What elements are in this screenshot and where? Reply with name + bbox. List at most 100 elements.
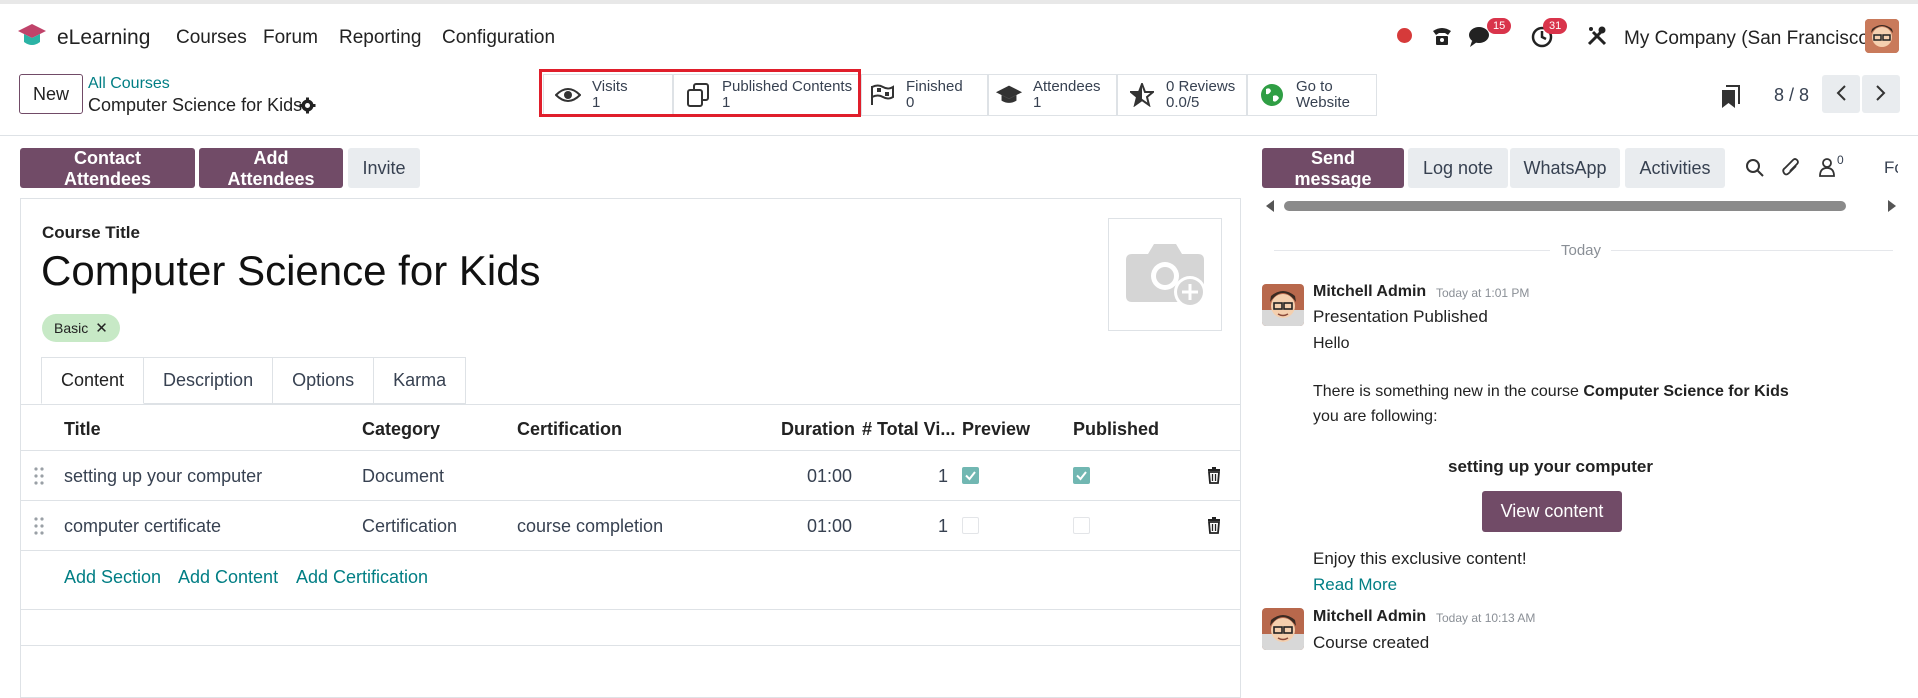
message-body-text: There is something new in the course	[1313, 383, 1584, 400]
cell-duration: 01:00	[807, 466, 853, 486]
horizontal-scrollbar[interactable]	[1266, 198, 1896, 214]
pager-value[interactable]: 8 / 8	[1774, 85, 1809, 106]
menu-reporting[interactable]: Reporting	[339, 27, 421, 49]
column-preview[interactable]: Preview	[962, 419, 1030, 440]
avatar[interactable]	[1262, 284, 1304, 326]
trash-icon[interactable]	[1207, 467, 1221, 484]
stat-website-value: Website	[1296, 94, 1350, 111]
message-content-title: setting up your computer	[1448, 457, 1653, 476]
tools-icon[interactable]	[1586, 25, 1608, 47]
message-body-line1: There is something new in the course Com…	[1313, 383, 1789, 401]
trash-icon[interactable]	[1207, 517, 1221, 534]
stat-attendees-button[interactable]: Attendees 1	[988, 74, 1117, 116]
send-message-button[interactable]: Send message	[1262, 148, 1404, 189]
message-body-line2: you are following:	[1313, 408, 1438, 425]
published-checkbox[interactable]	[1073, 467, 1090, 484]
followers-icon[interactable]	[1818, 157, 1836, 177]
follow-button[interactable]: Fc	[1884, 158, 1898, 178]
add-certification-link[interactable]: Add Certification	[296, 567, 428, 588]
table-row[interactable]: computer certificate Certification cours…	[21, 500, 1240, 550]
table-row[interactable]: setting up your computer Document 01:00 …	[21, 450, 1240, 500]
column-title[interactable]: Title	[64, 419, 101, 440]
form-tabs: Content Description Options Karma	[41, 357, 467, 404]
gear-icon[interactable]	[299, 97, 316, 114]
new-button[interactable]: New	[19, 74, 83, 114]
course-title-field[interactable]: Computer Science for Kids	[41, 247, 541, 295]
breadcrumb-all-courses[interactable]: All Courses	[88, 75, 170, 93]
message-author[interactable]: Mitchell Admin	[1313, 283, 1426, 301]
drag-handle-icon[interactable]	[34, 517, 44, 535]
breadcrumb-current: Computer Science for Kids	[88, 95, 303, 115]
scrollbar-thumb[interactable]	[1284, 201, 1846, 211]
paperclip-icon[interactable]	[1781, 157, 1801, 179]
top-navbar: eLearning Courses Forum Reporting Config…	[0, 0, 1918, 66]
whatsapp-button[interactable]: WhatsApp	[1510, 148, 1620, 188]
activities-button[interactable]: Activities	[1625, 148, 1725, 188]
avatar[interactable]	[1262, 608, 1304, 650]
invite-button[interactable]: Invite	[348, 148, 420, 188]
chevron-left-icon	[1835, 84, 1847, 105]
pager-previous-button[interactable]	[1822, 75, 1860, 113]
status-dot-icon[interactable]	[1397, 28, 1412, 43]
scroll-left-icon[interactable]	[1266, 200, 1274, 212]
activities-count-badge: 31	[1543, 18, 1568, 34]
message-course-name: Computer Science for Kids	[1583, 383, 1789, 400]
table-divider	[21, 550, 1240, 551]
pager-next-button[interactable]	[1862, 75, 1900, 113]
course-image-placeholder[interactable]	[1108, 218, 1222, 331]
column-published[interactable]: Published	[1073, 419, 1159, 440]
menu-configuration[interactable]: Configuration	[442, 27, 555, 49]
annotation-highlight-box	[539, 69, 861, 117]
bookmark-icon[interactable]	[1720, 85, 1740, 109]
globe-icon	[1258, 81, 1286, 109]
message-author[interactable]: Mitchell Admin	[1313, 608, 1426, 626]
message-greeting: Hello	[1313, 335, 1350, 352]
tab-description[interactable]: Description	[144, 357, 274, 404]
tab-karma[interactable]: Karma	[374, 357, 467, 404]
column-certification[interactable]: Certification	[517, 419, 622, 440]
stat-reviews-label: 0 Reviews	[1166, 78, 1236, 95]
add-section-link[interactable]: Add Section	[64, 567, 161, 588]
user-avatar[interactable]	[1865, 19, 1899, 53]
search-icon[interactable]	[1745, 158, 1765, 178]
published-checkbox[interactable]	[1073, 517, 1090, 534]
add-content-link[interactable]: Add Content	[178, 567, 278, 588]
phone-icon[interactable]	[1430, 24, 1454, 48]
course-title-label: Course Title	[42, 223, 140, 242]
contact-attendees-button[interactable]: Contact Attendees	[20, 148, 195, 189]
add-attendees-button[interactable]: Add Attendees	[199, 148, 343, 189]
tag-label: Basic	[54, 320, 89, 336]
view-content-button[interactable]: View content	[1482, 491, 1622, 532]
column-duration[interactable]: Duration	[781, 419, 855, 440]
cell-views: 1	[938, 516, 949, 536]
column-total-views[interactable]: # Total Vi...	[862, 419, 955, 440]
company-switcher[interactable]: My Company (San Francisco)	[1624, 28, 1875, 50]
cell-certification: course completion	[517, 516, 664, 536]
control-panel: New All Courses Computer Science for Kid…	[0, 66, 1918, 136]
app-name[interactable]: eLearning	[57, 26, 150, 50]
log-note-button[interactable]: Log note	[1408, 148, 1508, 188]
tab-divider	[21, 404, 1240, 405]
cell-title: computer certificate	[64, 516, 222, 536]
app-logo-icon[interactable]	[17, 21, 47, 51]
drag-handle-icon[interactable]	[34, 467, 44, 485]
menu-forum[interactable]: Forum	[263, 27, 318, 49]
menu-courses[interactable]: Courses	[176, 27, 247, 49]
read-more-link[interactable]: Read More	[1313, 575, 1397, 595]
cell-category: Certification	[362, 516, 458, 536]
tab-content[interactable]: Content	[41, 357, 145, 404]
messages-count-badge: 15	[1487, 18, 1512, 34]
column-category[interactable]: Category	[362, 419, 440, 440]
tab-options[interactable]: Options	[273, 357, 375, 404]
preview-checkbox[interactable]	[962, 467, 979, 484]
stat-go-to-website-button[interactable]: Go to Website	[1247, 74, 1377, 116]
preview-checkbox[interactable]	[962, 517, 979, 534]
stat-reviews-button[interactable]: 0 Reviews 0.0/5	[1117, 74, 1247, 116]
stat-finished-button[interactable]: Finished 0	[861, 74, 988, 116]
tag-badge[interactable]: Basic ✕	[42, 314, 120, 342]
date-separator: Today	[1561, 242, 1602, 259]
close-icon[interactable]: ✕	[95, 319, 108, 337]
star-icon	[1128, 81, 1156, 109]
table-divider	[21, 609, 1240, 610]
scroll-right-icon[interactable]	[1888, 200, 1896, 212]
